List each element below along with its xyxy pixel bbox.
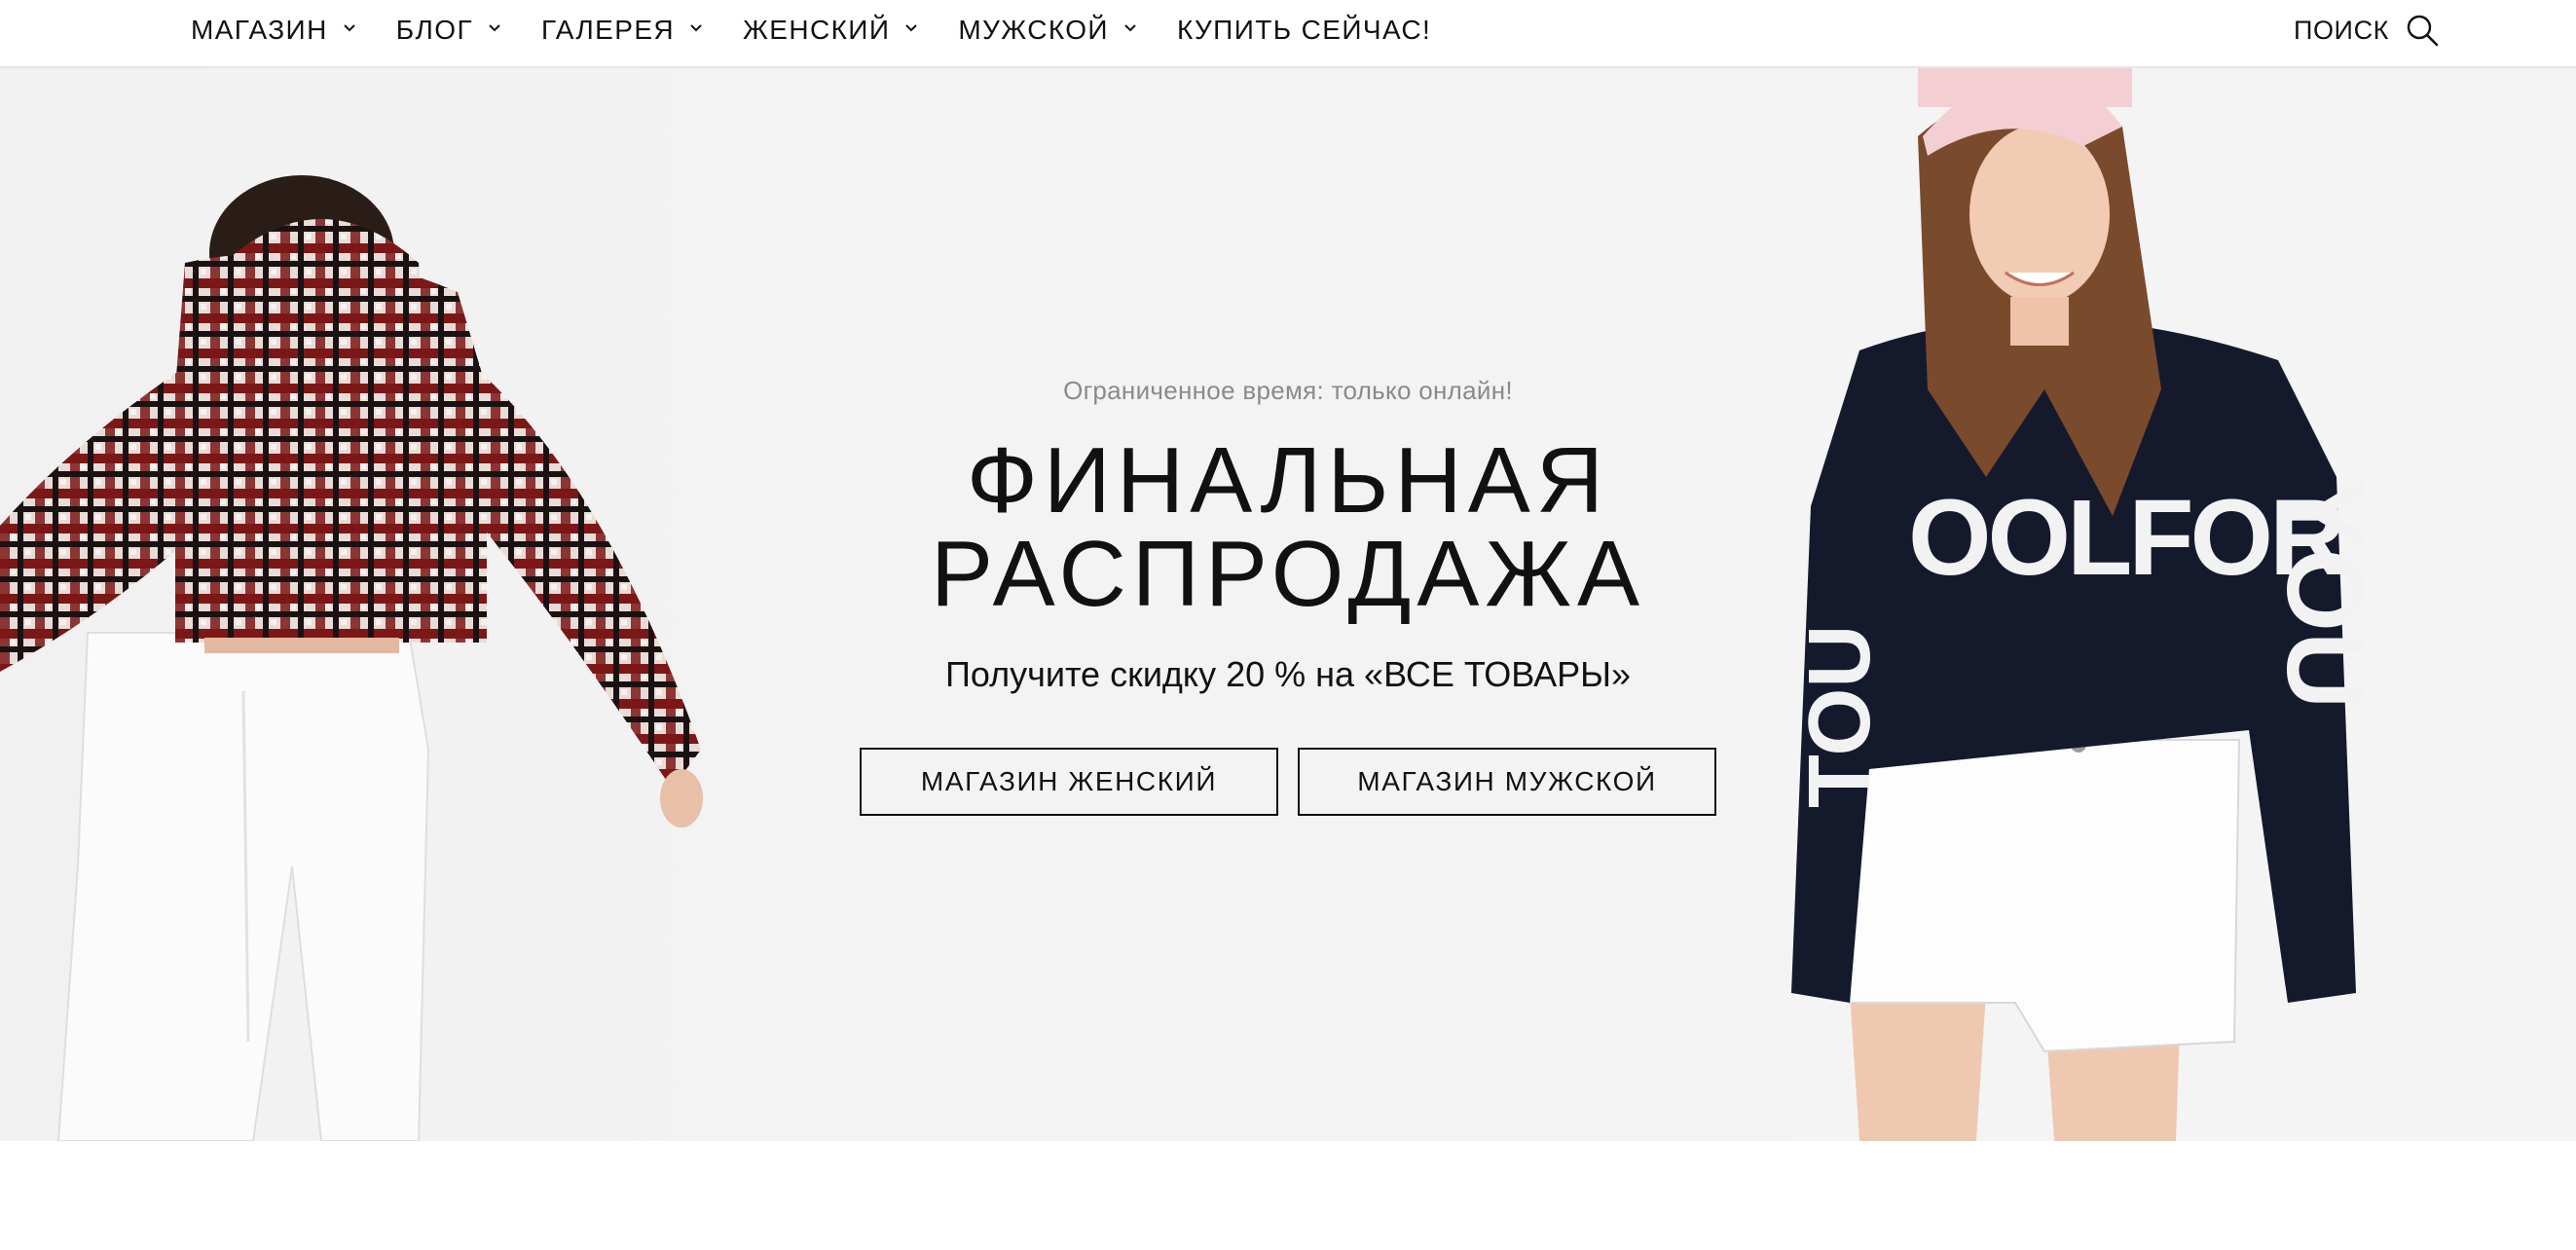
- chevron-down-icon: [1121, 18, 1140, 38]
- nav-item-gallery[interactable]: ГАЛЕРЕЯ: [541, 15, 706, 46]
- search-button[interactable]: ПОИСК: [2294, 0, 2440, 60]
- hero-content: Ограниченное время: только онлайн! ФИНАЛ…: [0, 68, 2576, 1141]
- nav-item-label: МУЖСКОЙ: [958, 15, 1109, 45]
- promo-eyebrow: Ограниченное время: только онлайн!: [1063, 376, 1513, 405]
- nav-item-label: КУПИТЬ СЕЙЧАС!: [1176, 15, 1432, 45]
- chevron-down-icon: [340, 18, 359, 38]
- nav-item-label: МАГАЗИН: [191, 15, 328, 45]
- nav-item-label: ГАЛЕРЕЯ: [541, 15, 676, 45]
- chevron-down-icon: [686, 18, 706, 38]
- nav-item-women[interactable]: ЖЕНСКИЙ: [743, 15, 921, 46]
- hero-headline: ФИНАЛЬНАЯ РАСПРОДАЖА: [0, 434, 2576, 621]
- top-navigation: МАГАЗИН БЛОГ ГАЛЕРЕЯ ЖЕНСКИЙ МУЖСКОЙ КУП…: [0, 0, 2576, 68]
- headline-line-2: РАСПРОДАЖА: [930, 522, 1646, 626]
- cta-row: МАГАЗИН ЖЕНСКИЙ МАГАЗИН МУЖСКОЙ: [0, 748, 2576, 816]
- nav-item-label: ЖЕНСКИЙ: [743, 15, 891, 45]
- main-menu: МАГАЗИН БЛОГ ГАЛЕРЕЯ ЖЕНСКИЙ МУЖСКОЙ КУП…: [191, 0, 1468, 60]
- nav-item-shop[interactable]: МАГАЗИН: [191, 15, 359, 46]
- nav-item-men[interactable]: МУЖСКОЙ: [958, 15, 1140, 46]
- promo-subline: Получите скидку 20 % на «ВСЕ ТОВАРЫ»: [944, 654, 1632, 694]
- shop-men-button[interactable]: МАГАЗИН МУЖСКОЙ: [1298, 748, 1716, 816]
- search-label: ПОИСК: [2293, 15, 2389, 45]
- nav-item-buy-now[interactable]: КУПИТЬ СЕЙЧАС!: [1177, 15, 1431, 46]
- search-icon: [2405, 13, 2440, 48]
- chevron-down-icon: [485, 18, 504, 38]
- hero-banner: OOLFOR YOU TOU Ограниченное время: тольк…: [0, 68, 2576, 1141]
- below-hero-area: [0, 1141, 2576, 1250]
- headline-line-1: ФИНАЛЬНАЯ: [966, 428, 1610, 533]
- chevron-down-icon: [902, 18, 921, 38]
- shop-women-button[interactable]: МАГАЗИН ЖЕНСКИЙ: [860, 748, 1278, 816]
- nav-item-label: БЛОГ: [395, 15, 474, 45]
- nav-item-blog[interactable]: БЛОГ: [396, 15, 504, 46]
